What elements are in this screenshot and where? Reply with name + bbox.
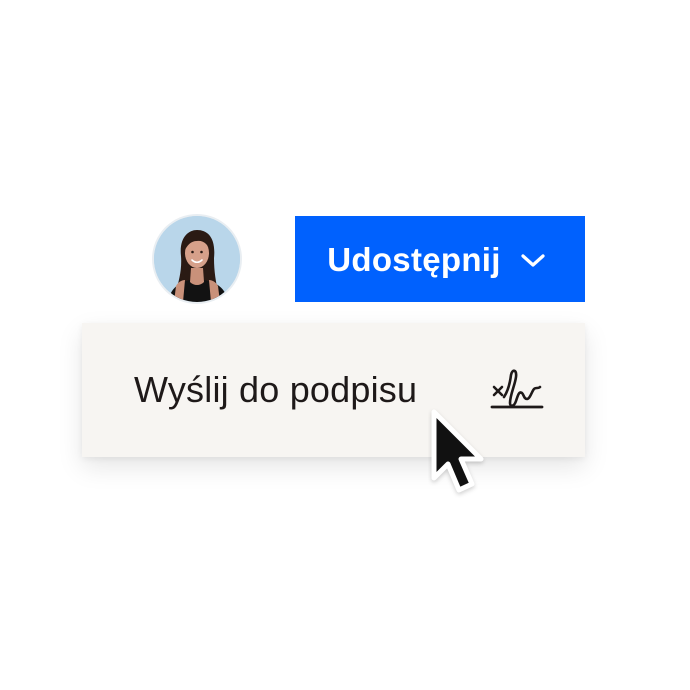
menu-item-label: Wyślij do podpisu: [134, 369, 418, 410]
signature-icon: [488, 361, 544, 413]
user-photo-icon: [154, 216, 240, 302]
share-dropdown-menu: Wyślij do podpisu: [82, 323, 585, 457]
avatar[interactable]: [154, 216, 240, 302]
menu-item-send-for-signature[interactable]: Wyślij do podpisu: [82, 323, 585, 457]
chevron-down-icon: [519, 247, 547, 275]
share-button[interactable]: Udostępnij: [295, 216, 585, 302]
share-button-label: Udostępnij: [327, 240, 501, 278]
share-widget: Udostępnij Wyślij do podpisu: [0, 0, 690, 690]
